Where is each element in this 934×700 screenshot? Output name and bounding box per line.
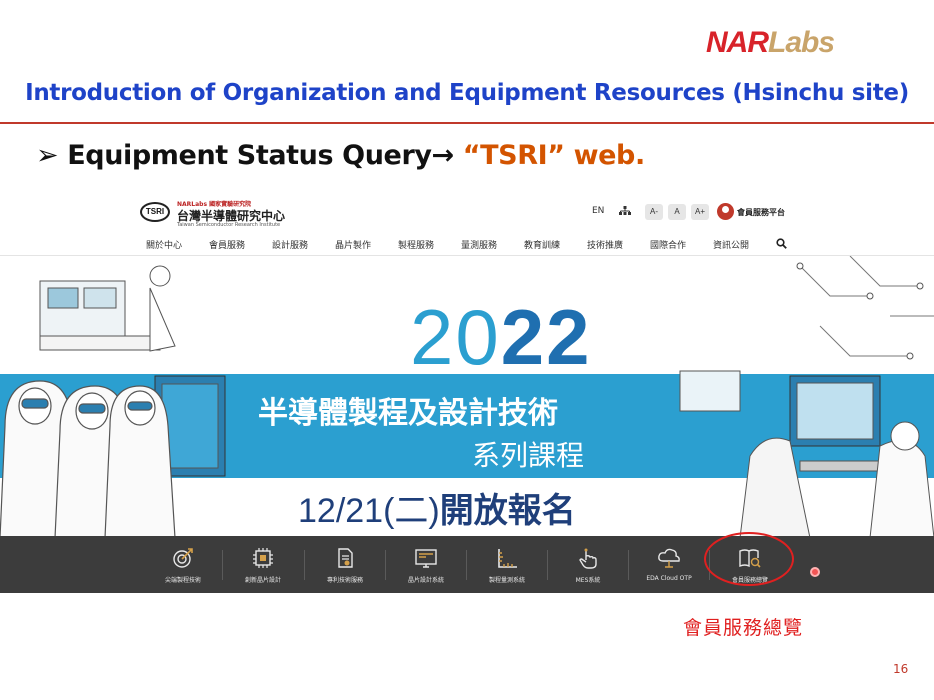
service-mes[interactable]: MES系統 xyxy=(548,536,628,593)
service-label: 尖端製程技術 xyxy=(164,577,201,584)
callout-label: 會員服務總覽 xyxy=(683,617,804,639)
banner-year-bold: 22 xyxy=(500,293,592,381)
org-english-name: Taiwan Semiconductor Research Institute xyxy=(177,222,281,228)
nav-measurement-services[interactable]: 量測服務 xyxy=(461,238,497,251)
banner-course-subtitle: 系列課程 xyxy=(472,439,585,472)
service-label: 製程量測系統 xyxy=(488,577,525,584)
cursor-indicator xyxy=(810,567,820,577)
site-header: TSRI NARLabs 國家實驗研究院 台灣半導體研究中心 Taiwan Se… xyxy=(0,190,934,256)
service-patent[interactable]: 專利技術服務 xyxy=(305,536,385,593)
nav-tech-promotion[interactable]: 技術推廣 xyxy=(587,238,623,251)
service-chip-design-system[interactable]: 晶片設計系統 xyxy=(386,536,466,593)
main-nav: 關於中心 會員服務 設計服務 晶片製作 製程服務 量測服務 教育訓練 技術推廣 … xyxy=(0,238,934,252)
service-label: EDA Cloud OTP xyxy=(646,575,692,582)
service-label: 專利技術服務 xyxy=(326,577,363,584)
engineers-illustration xyxy=(679,256,934,538)
ruler-icon xyxy=(498,549,517,568)
page-number: 16 xyxy=(893,662,909,676)
tsri-website: TSRI NARLabs 國家實驗研究院 台灣半導體研究中心 Taiwan Se… xyxy=(0,190,934,593)
member-user-icon[interactable] xyxy=(717,203,734,220)
search-icon[interactable] xyxy=(776,238,787,249)
service-advanced-process[interactable]: 尖端製程技術 xyxy=(143,536,223,593)
monitor-icon xyxy=(415,549,437,568)
title-divider xyxy=(0,122,934,124)
font-normal-button[interactable]: A xyxy=(668,204,686,220)
service-process-measurement[interactable]: 製程量測系統 xyxy=(467,536,547,593)
banner-registration-date: 12/21(二)開放報名 xyxy=(298,483,576,532)
nav-training[interactable]: 教育訓練 xyxy=(524,238,560,251)
service-label: MES系統 xyxy=(575,577,601,584)
logo-labs: Labs xyxy=(768,26,835,59)
sitemap-icon[interactable] xyxy=(619,206,631,216)
banner-year: 2022 xyxy=(410,298,592,376)
bullet-text: Equipment Status Query→ xyxy=(67,140,463,171)
nav-about[interactable]: 關於中心 xyxy=(146,238,182,251)
banner-year-thin: 20 xyxy=(410,293,501,381)
font-larger-button[interactable]: A+ xyxy=(691,204,709,220)
member-portal-link[interactable]: 會員服務平台 xyxy=(737,207,785,218)
bullet-point: ➢ Equipment Status Query→ “TSRI” web. xyxy=(36,140,645,171)
course-banner[interactable]: 2022 半導體製程及設計技術 系列課程 12/21(二)開放報名 xyxy=(0,256,934,538)
document-icon xyxy=(338,548,353,568)
banner-date-text: 12/21(二) xyxy=(298,492,440,530)
target-icon xyxy=(173,548,193,568)
hand-pointer-icon xyxy=(579,548,597,569)
highlight-circle xyxy=(704,532,794,586)
lab-workers-illustration xyxy=(0,265,226,538)
service-eda-cloud[interactable]: EDA Cloud OTP xyxy=(629,536,709,593)
nav-public-info[interactable]: 資訊公開 xyxy=(713,238,749,251)
nav-process-services[interactable]: 製程服務 xyxy=(398,238,434,251)
bullet-marker: ➢ xyxy=(36,140,59,171)
nav-design-services[interactable]: 設計服務 xyxy=(272,238,308,251)
logo-nar: NAR xyxy=(706,26,769,59)
bullet-accent: “TSRI” web. xyxy=(462,140,645,171)
banner-registration-open: 開放報名 xyxy=(439,492,576,530)
service-innovative-chip-design[interactable]: 創新晶片設計 xyxy=(223,536,303,593)
service-bar: 尖端製程技術 創新晶片設計 專利技術服務 晶片設計系統 製程量測系統 MES系統 xyxy=(0,536,934,593)
banner-course-title: 半導體製程及設計技術 xyxy=(258,396,558,431)
chip-icon xyxy=(253,548,273,568)
cloud-icon xyxy=(658,548,680,568)
tsri-logo[interactable]: TSRI xyxy=(140,202,170,222)
slide-title: Introduction of Organization and Equipme… xyxy=(25,80,909,106)
narlabs-logo: NARLabs xyxy=(706,26,835,60)
service-label: 創新晶片設計 xyxy=(244,577,281,584)
language-switch[interactable]: EN xyxy=(592,206,604,216)
nav-chip-fabrication[interactable]: 晶片製作 xyxy=(335,238,371,251)
service-label: 晶片設計系統 xyxy=(407,577,444,584)
nav-member-services[interactable]: 會員服務 xyxy=(209,238,245,251)
font-smaller-button[interactable]: A- xyxy=(645,204,663,220)
nav-international[interactable]: 國際合作 xyxy=(650,238,686,251)
